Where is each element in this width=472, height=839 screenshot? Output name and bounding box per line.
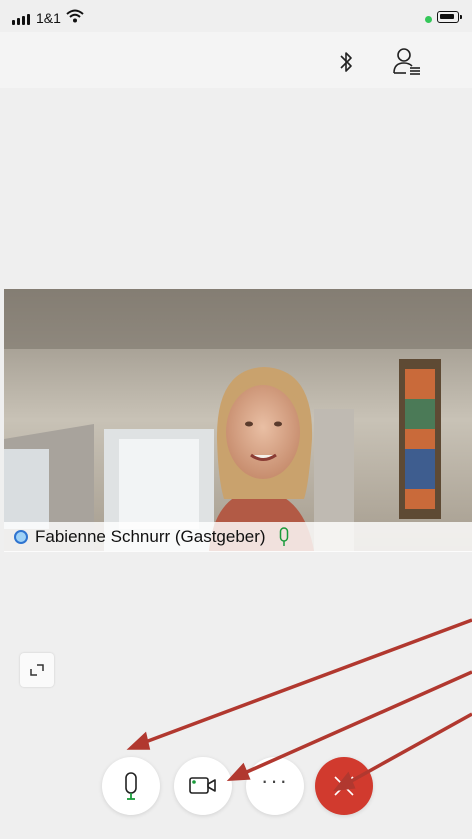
bluetooth-icon[interactable] <box>338 50 354 74</box>
camera-button[interactable] <box>174 757 232 815</box>
video-camera-icon <box>189 777 216 794</box>
participant-name: Fabienne Schnurr (Gastgeber) <box>35 527 266 546</box>
carrier-label: 1&1 <box>36 10 61 26</box>
annotation-arrowhead-camera <box>226 762 251 782</box>
video-frame <box>4 289 472 551</box>
participant-video <box>4 289 472 551</box>
annotation-arrow-mute <box>139 618 472 746</box>
presence-status-icon <box>14 530 28 544</box>
signal-bars-icon <box>12 14 30 25</box>
privacy-indicator-dot <box>425 16 432 23</box>
participant-caption: Fabienne Schnurr (Gastgeber) <box>4 522 472 552</box>
wifi-icon <box>66 9 84 23</box>
battery-icon <box>437 11 462 23</box>
annotation-arrowhead-mute <box>126 731 151 750</box>
status-bar: 1&1 <box>0 0 472 32</box>
microphone-icon <box>125 772 137 800</box>
mute-button[interactable] <box>102 757 160 815</box>
participants-list-icon[interactable] <box>392 46 422 76</box>
more-options-button[interactable]: ··· <box>246 757 304 815</box>
expand-button[interactable] <box>20 653 54 687</box>
end-call-button[interactable] <box>315 757 373 815</box>
microphone-icon <box>279 527 288 546</box>
close-icon <box>334 776 354 796</box>
expand-icon <box>30 664 44 676</box>
